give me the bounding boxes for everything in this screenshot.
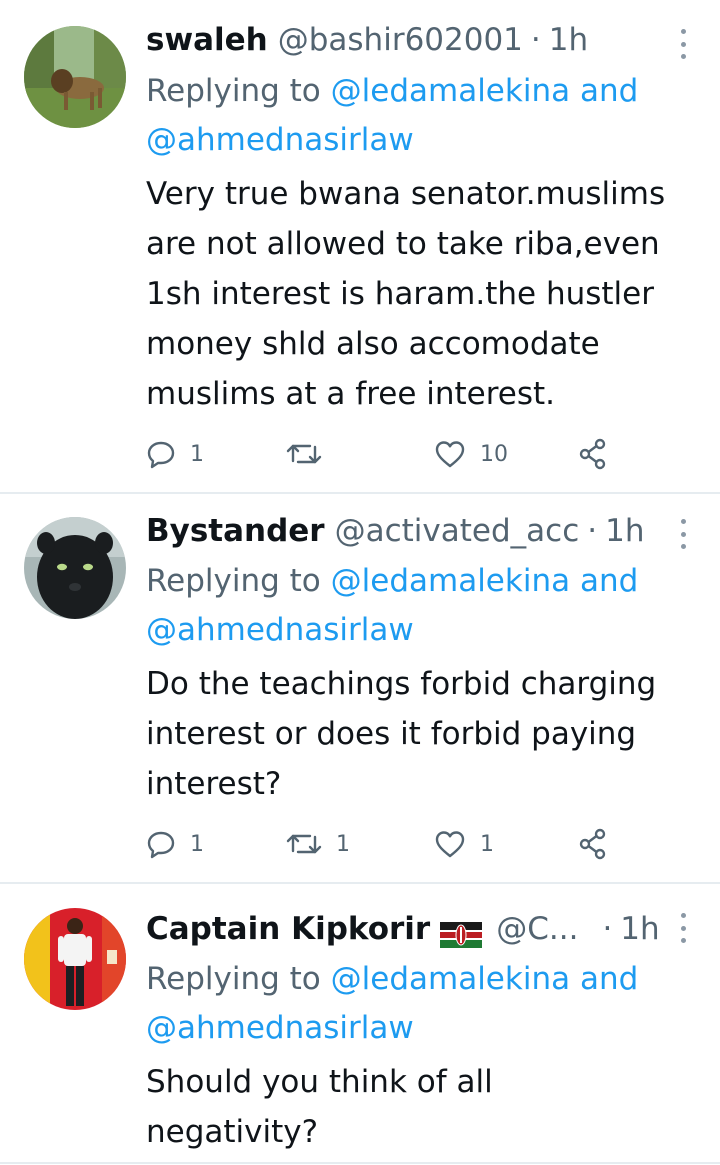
share-icon [579, 828, 606, 860]
tweet-text: Should you think of all negativity? [146, 1064, 493, 1150]
display-name[interactable]: swaleh [146, 18, 268, 62]
mention-link[interactable]: @ledamalekina [331, 73, 570, 109]
replying-prefix: Replying to [146, 961, 321, 997]
retweet-button[interactable]: 1 [286, 826, 350, 862]
avatar[interactable] [24, 908, 126, 1010]
replying-and: and [579, 563, 639, 599]
user-handle[interactable]: @bashir602001 [278, 18, 523, 62]
replying-prefix: Replying to [146, 73, 321, 109]
retweet-icon [286, 834, 322, 854]
retweet-button[interactable] [286, 436, 336, 472]
mention-link[interactable]: @ahmednasirlaw [146, 1010, 414, 1046]
kenya-flag-icon [440, 916, 483, 948]
like-button[interactable]: 10 [434, 436, 508, 472]
tweet-text: Do the teachings forbid charging interes… [146, 666, 657, 802]
avatar[interactable] [24, 26, 126, 128]
lion-photo-avatar-icon [24, 26, 126, 128]
heart-icon [435, 441, 465, 468]
like-count: 10 [480, 441, 508, 467]
reply-count: 1 [190, 831, 204, 857]
heart-icon [435, 831, 465, 858]
tweet-header: Captain Kipkorir @C... · 1h [146, 907, 660, 951]
tweet-divider [0, 492, 720, 494]
mention-link[interactable]: @ledamalekina [331, 961, 570, 997]
like-button[interactable]: 1 [434, 826, 494, 862]
reply-icon [147, 831, 175, 859]
reply-button[interactable]: 1 [146, 436, 204, 472]
tweet-header: swaleh @bashir602001 · 1h [146, 18, 588, 62]
replying-to: Replying to @ledamalekina and @ahmednasi… [146, 67, 706, 165]
share-button[interactable] [578, 436, 608, 472]
tweet-header: Bystander @activated_acc · 1h [146, 509, 644, 553]
replying-and: and [579, 73, 639, 109]
tweet-text: Very true bwana senator.muslims are not … [146, 176, 666, 412]
user-handle[interactable]: @C... [496, 907, 578, 951]
separator-dot: · [530, 22, 541, 58]
reply-icon [147, 441, 175, 469]
more-options-icon[interactable] [674, 29, 692, 59]
replying-to: Replying to @ledamalekina and @ahmednasi… [146, 557, 706, 655]
replying-prefix: Replying to [146, 563, 321, 599]
reply-count: 1 [190, 441, 204, 467]
share-icon [579, 438, 606, 470]
reply-button[interactable]: 1 [146, 826, 204, 862]
mention-link[interactable]: @ahmednasirlaw [146, 612, 414, 648]
tweet-actions: 1 1 1 [146, 826, 626, 862]
more-options-icon[interactable] [674, 913, 692, 943]
mention-link[interactable]: @ahmednasirlaw [146, 122, 414, 158]
replying-and: and [579, 961, 639, 997]
user-handle[interactable]: @activated_acc [335, 509, 580, 553]
timestamp[interactable]: 1h [620, 907, 659, 951]
timestamp[interactable]: 1h [605, 509, 644, 553]
timestamp[interactable]: 1h [549, 18, 588, 62]
tweet-divider [0, 882, 720, 884]
retweet-icon [286, 444, 322, 464]
separator-dot: · [602, 911, 613, 947]
black-panther-photo-avatar-icon [24, 517, 126, 619]
display-name[interactable]: Captain Kipkorir [146, 907, 430, 951]
tweet-actions: 1 10 [146, 436, 626, 472]
man-standing-photo-avatar-icon [24, 908, 126, 1010]
like-count: 1 [480, 831, 494, 857]
share-button[interactable] [578, 826, 608, 862]
separator-dot: · [587, 513, 598, 549]
more-options-icon[interactable] [674, 519, 692, 549]
retweet-count: 1 [336, 831, 350, 857]
display-name[interactable]: Bystander [146, 509, 325, 553]
avatar[interactable] [24, 517, 126, 619]
tweet-divider [0, 1162, 720, 1164]
replying-to: Replying to @ledamalekina and @ahmednasi… [146, 955, 706, 1053]
mention-link[interactable]: @ledamalekina [331, 563, 570, 599]
